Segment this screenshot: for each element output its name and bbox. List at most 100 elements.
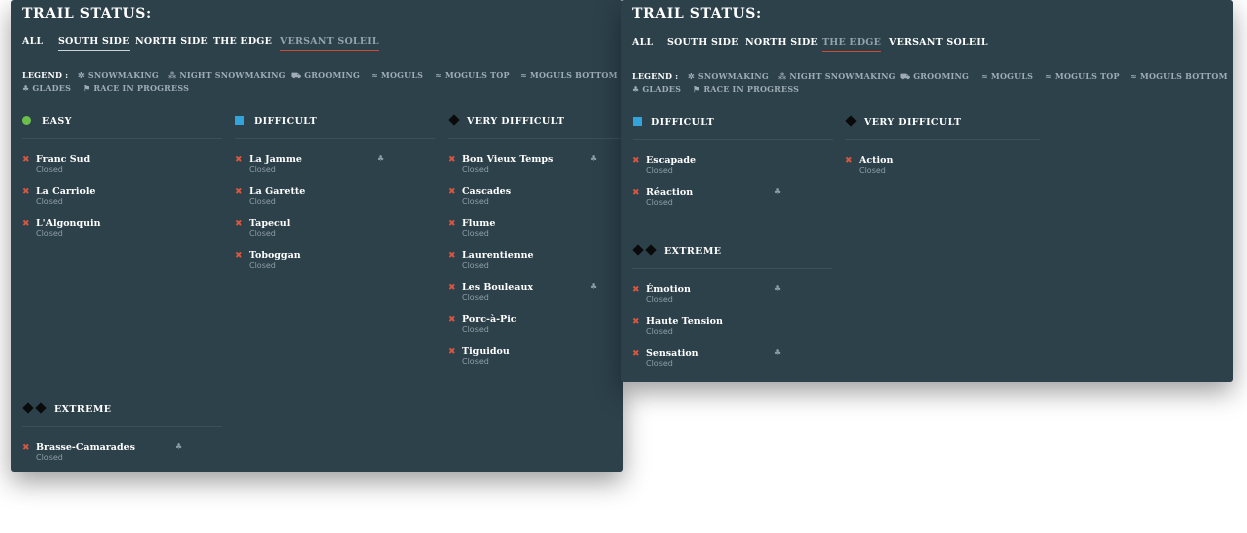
tab-south-side[interactable]: SOUTH SIDE bbox=[58, 36, 130, 51]
tab-all[interactable]: ALL bbox=[632, 37, 653, 51]
section-title: EXTREME bbox=[54, 404, 112, 415]
closed-icon: ✖ bbox=[448, 283, 456, 293]
legend-text: MOGULS TOP bbox=[444, 70, 510, 80]
green-circle-icon bbox=[22, 116, 31, 128]
closed-icon: ✖ bbox=[632, 349, 640, 359]
trail-status: Closed bbox=[249, 261, 276, 270]
flag-icon: ⚑ bbox=[83, 83, 91, 93]
trail-name: Action bbox=[859, 155, 894, 166]
trail-row[interactable]: ✖ Escapade Closed bbox=[632, 155, 832, 183]
trail-row[interactable]: ✖ La Carriole Closed bbox=[22, 186, 222, 214]
glades-icon: ♣ bbox=[590, 154, 598, 163]
trail-status: Closed bbox=[646, 359, 673, 368]
legend-moguls: ≈ MOGULS bbox=[371, 70, 423, 80]
trail-row[interactable]: ✖ Flume Closed bbox=[448, 218, 608, 246]
trail-status: Closed bbox=[462, 197, 489, 206]
legend-text: MOGULS bbox=[380, 70, 424, 80]
trail-status: Closed bbox=[462, 325, 489, 334]
tab-the-edge[interactable]: THE EDGE bbox=[822, 37, 882, 52]
legend-race: ⚑ RACE IN PROGRESS bbox=[693, 84, 799, 94]
trail-row[interactable]: ✖ Porc-à-Pic Closed bbox=[448, 314, 608, 342]
closed-icon: ✖ bbox=[235, 251, 243, 261]
trail-row[interactable]: ✖ Toboggan Closed bbox=[235, 250, 435, 278]
trail-row[interactable]: ✖ Brasse-Camarades Closed ♣ bbox=[22, 442, 222, 470]
trail-name: Cascades bbox=[462, 186, 512, 197]
trail-status: Closed bbox=[462, 261, 489, 270]
moguls-icon: ≈ bbox=[981, 71, 988, 81]
section-title: DIFFICULT bbox=[254, 116, 318, 127]
glades-icon: ♣ bbox=[590, 282, 598, 291]
legend-glades: ♣ GLADES bbox=[22, 83, 71, 93]
legend-night-snowmaking: ⁂ NIGHT SNOWMAKING bbox=[168, 70, 286, 80]
closed-icon: ✖ bbox=[632, 285, 640, 295]
trail-row[interactable]: ✖ Les Bouleaux Closed ♣ bbox=[448, 282, 608, 310]
trail-row[interactable]: ✖ Tiguidou Closed bbox=[448, 346, 608, 374]
trail-name: Escapade bbox=[646, 155, 697, 166]
trail-name: Sensation bbox=[646, 348, 699, 359]
trail-status: Closed bbox=[646, 295, 673, 304]
section-title: VERY DIFFICULT bbox=[467, 116, 565, 127]
glades-icon: ♣ bbox=[377, 154, 385, 163]
trail-row[interactable]: ✖ La Garette Closed bbox=[235, 186, 435, 214]
glades-icon: ♣ bbox=[774, 187, 782, 196]
tab-north-side[interactable]: NORTH SIDE bbox=[135, 36, 208, 50]
trail-row[interactable]: ✖ Cascades Closed bbox=[448, 186, 608, 214]
groomer-icon: ⛟ bbox=[900, 71, 911, 81]
tab-versant-soleil[interactable]: VERSANT SOLEIL bbox=[889, 37, 988, 51]
trail-row[interactable]: ✖ Laurentienne Closed bbox=[448, 250, 608, 278]
trail-status: Closed bbox=[36, 229, 63, 238]
trail-row[interactable]: ✖ La Jamme Closed ♣ bbox=[235, 154, 435, 182]
trail-name: Bon Vieux Temps bbox=[462, 154, 554, 165]
section-difficult-header: DIFFICULT bbox=[633, 117, 833, 140]
moguls-icon: ≈ bbox=[371, 70, 378, 80]
trail-name: Franc Sud bbox=[36, 154, 91, 165]
closed-icon: ✖ bbox=[845, 156, 853, 166]
legend-text: GLADES bbox=[32, 83, 72, 93]
trail-name: Réaction bbox=[646, 187, 694, 198]
trail-name: Les Bouleaux bbox=[462, 282, 534, 293]
legend-text: GROOMING bbox=[304, 70, 361, 80]
glades-icon: ♣ bbox=[632, 84, 640, 94]
groomer-icon: ⛟ bbox=[291, 70, 302, 80]
legend-text: RACE IN PROGRESS bbox=[703, 84, 800, 94]
trail-row[interactable]: ✖ Réaction Closed ♣ bbox=[632, 187, 832, 215]
trail-name: Brasse-Camarades bbox=[36, 442, 135, 453]
legend-moguls-top: ≈ MOGULS TOP bbox=[435, 70, 510, 80]
trail-row[interactable]: ✖ L'Algonquin Closed bbox=[22, 218, 222, 246]
trail-status: Closed bbox=[249, 165, 276, 174]
double-black-diamond-icon bbox=[632, 244, 658, 257]
trail-row[interactable]: ✖ Action Closed bbox=[845, 155, 1045, 183]
closed-icon: ✖ bbox=[22, 443, 30, 453]
trail-row[interactable]: ✖ Haute Tension Closed bbox=[632, 316, 832, 344]
black-diamond-icon bbox=[448, 114, 460, 127]
trail-name: La Carriole bbox=[36, 186, 96, 197]
closed-icon: ✖ bbox=[448, 315, 456, 325]
tab-the-edge[interactable]: THE EDGE bbox=[213, 36, 272, 50]
section-extreme-header: EXTREME bbox=[22, 402, 222, 427]
black-diamond-icon bbox=[845, 115, 857, 128]
closed-icon: ✖ bbox=[22, 155, 30, 165]
tab-all[interactable]: ALL bbox=[22, 36, 43, 50]
tab-north-side[interactable]: NORTH SIDE bbox=[745, 37, 818, 51]
trail-row[interactable]: ✖ Franc Sud Closed bbox=[22, 154, 222, 182]
trail-status: Closed bbox=[36, 197, 63, 206]
moguls-bottom-icon: ≈ bbox=[520, 70, 527, 80]
closed-icon: ✖ bbox=[235, 155, 243, 165]
trail-row[interactable]: ✖ Bon Vieux Temps Closed ♣ bbox=[448, 154, 608, 182]
legend-text: MOGULS BOTTOM bbox=[529, 70, 618, 80]
trail-status: Closed bbox=[462, 229, 489, 238]
tab-versant-soleil[interactable]: VERSANT SOLEIL bbox=[280, 36, 379, 51]
section-difficult-header: DIFFICULT bbox=[235, 116, 435, 139]
section-very-difficult-header: VERY DIFFICULT bbox=[448, 114, 623, 139]
closed-icon: ✖ bbox=[235, 219, 243, 229]
trail-row[interactable]: ✖ Sensation Closed ♣ bbox=[632, 348, 832, 376]
trail-row[interactable]: ✖ Tapecul Closed bbox=[235, 218, 435, 246]
trail-row[interactable]: ✖ Émotion Closed ♣ bbox=[632, 284, 832, 312]
closed-icon: ✖ bbox=[448, 219, 456, 229]
moguls-bottom-icon: ≈ bbox=[1130, 71, 1137, 81]
tab-south-side[interactable]: SOUTH SIDE bbox=[667, 37, 739, 51]
closed-icon: ✖ bbox=[22, 219, 30, 229]
legend-moguls-bottom: ≈ MOGULS BOTTOM bbox=[1130, 71, 1228, 81]
closed-icon: ✖ bbox=[448, 251, 456, 261]
closed-icon: ✖ bbox=[448, 155, 456, 165]
